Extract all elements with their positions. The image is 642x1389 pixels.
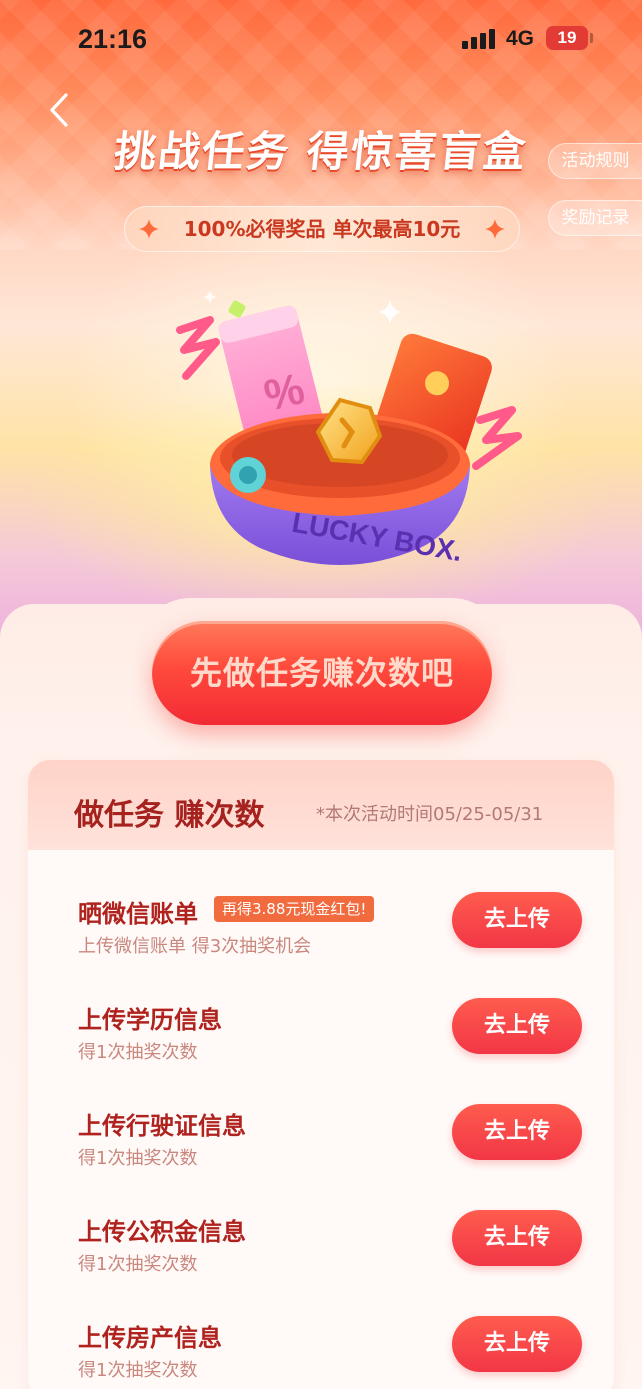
battery-tip <box>590 33 593 43</box>
signal-icon <box>462 29 496 49</box>
task-name: 上传公积金信息 <box>78 1218 246 1246</box>
task-name: 晒微信账单 <box>78 900 198 928</box>
task-desc: 得1次抽奖次数 <box>78 1148 198 1169</box>
network-label: 4G <box>506 27 535 50</box>
battery-icon: 19 <box>546 26 588 50</box>
task-card-title: 做任务 赚次数 <box>74 798 265 833</box>
sparkle-icon <box>485 219 505 239</box>
sparkle-icon <box>139 219 159 239</box>
lucky-box-illustration: % LUCKY BOX. <box>176 290 522 567</box>
bonus-badge: 再得3.88元现金红包! <box>214 896 375 922</box>
upload-button[interactable]: 去上传 <box>452 998 582 1054</box>
task-name: 上传学历信息 <box>78 1006 222 1034</box>
task-row-property: 上传房产信息 得1次抽奖次数 去上传 <box>28 1316 614 1389</box>
task-desc: 上传微信账单 得3次抽奖机会 <box>78 936 312 957</box>
task-row-housing-fund: 上传公积金信息 得1次抽奖次数 去上传 <box>28 1210 614 1302</box>
task-row-driving-license: 上传行驶证信息 得1次抽奖次数 去上传 <box>28 1104 614 1196</box>
activity-rules-button[interactable]: 活动规则 <box>548 143 642 179</box>
upload-button[interactable]: 去上传 <box>452 892 582 948</box>
upload-button[interactable]: 去上传 <box>452 1210 582 1266</box>
upload-button[interactable]: 去上传 <box>452 1316 582 1372</box>
earn-chances-button[interactable]: 先做任务赚次数吧 <box>152 621 492 725</box>
task-card: 做任务 赚次数 *本次活动时间05/25-05/31 晒微信账单 再得3.88元… <box>28 760 614 1389</box>
task-row-wechat-bill: 晒微信账单 再得3.88元现金红包! 上传微信账单 得3次抽奖机会 去上传 <box>28 892 614 984</box>
task-row-education: 上传学历信息 得1次抽奖次数 去上传 <box>28 998 614 1090</box>
task-name: 上传房产信息 <box>78 1324 222 1352</box>
task-name: 上传行驶证信息 <box>78 1112 246 1140</box>
promo-text: 100%必得奖品 单次最高10元 <box>183 217 461 241</box>
task-desc: 得1次抽奖次数 <box>78 1042 198 1063</box>
activity-period-note: *本次活动时间05/25-05/31 <box>316 804 544 825</box>
status-time: 21:16 <box>78 24 148 54</box>
upload-button[interactable]: 去上传 <box>452 1104 582 1160</box>
task-desc: 得1次抽奖次数 <box>78 1360 198 1381</box>
promo-banner: 100%必得奖品 单次最高10元 <box>124 206 520 252</box>
task-desc: 得1次抽奖次数 <box>78 1254 198 1275</box>
page-title: 挑战任务 得惊喜盲盒 <box>111 127 530 176</box>
reward-records-button[interactable]: 奖励记录 <box>548 200 642 236</box>
